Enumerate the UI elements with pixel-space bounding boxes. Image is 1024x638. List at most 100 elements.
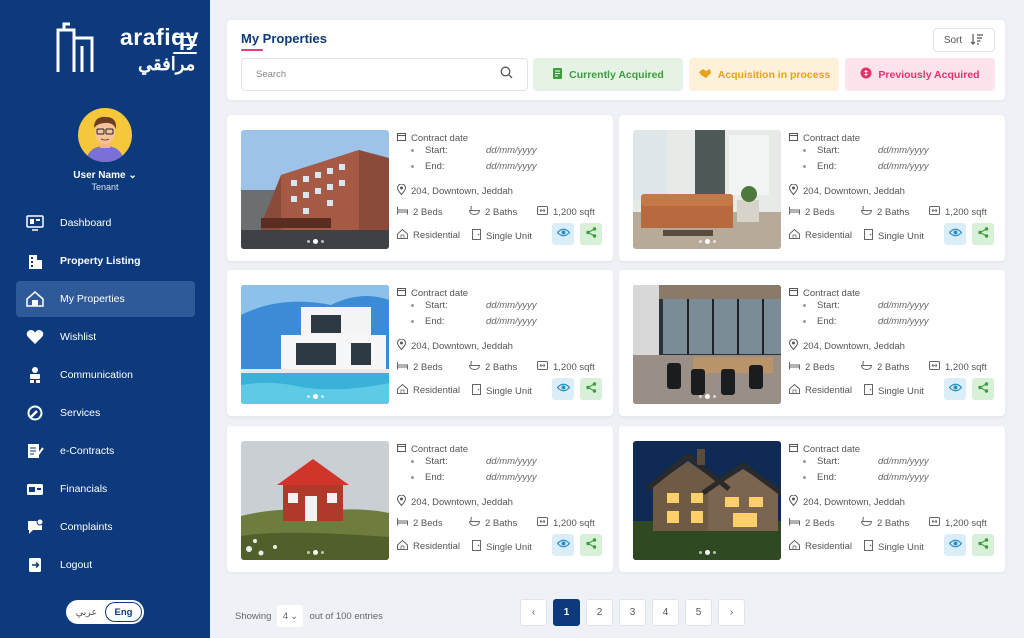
search-input[interactable] bbox=[256, 69, 500, 80]
eye-icon bbox=[556, 383, 570, 395]
start-date: dd/mm/yyyy bbox=[878, 145, 929, 156]
sidebar-item-property-listing[interactable]: Property Listing bbox=[16, 243, 195, 279]
door-icon bbox=[864, 540, 873, 554]
sidebar-item-dashboard[interactable]: Dashboard bbox=[16, 205, 195, 241]
view-button[interactable] bbox=[944, 378, 966, 400]
filter-previously-acquired[interactable]: Previously Acquired bbox=[845, 58, 995, 91]
next-page-button[interactable]: › bbox=[718, 599, 745, 626]
sidebar-item-communication[interactable]: Communication bbox=[16, 357, 195, 393]
end-date: dd/mm/yyyy bbox=[878, 472, 929, 483]
user-name-dropdown[interactable]: User Name ⌄ bbox=[0, 170, 210, 181]
property-card[interactable]: Contract date Start: dd/mm/yyyy End: dd/… bbox=[619, 270, 1005, 416]
filter-currently-acquired[interactable]: Currently Acquired bbox=[533, 58, 683, 91]
property-area: 1,200 sqft bbox=[553, 517, 595, 529]
sidebar-item-complaints[interactable]: Complaints bbox=[16, 509, 195, 545]
share-button[interactable] bbox=[972, 223, 994, 245]
contract-start-row: Start: dd/mm/yyyy bbox=[803, 300, 929, 311]
view-button[interactable] bbox=[552, 223, 574, 245]
property-photo[interactable] bbox=[633, 130, 781, 249]
view-button[interactable] bbox=[552, 534, 574, 556]
sidebar-item-financials[interactable]: Financials bbox=[16, 471, 195, 507]
property-photo[interactable] bbox=[633, 285, 781, 404]
filter-acquisition-in-process[interactable]: Acquisition in process bbox=[689, 58, 839, 91]
property-photo[interactable] bbox=[633, 441, 781, 560]
page-button[interactable]: 2 bbox=[586, 599, 613, 626]
sidebar-item-e-contracts[interactable]: e-Contracts bbox=[16, 433, 195, 469]
carousel-dots[interactable] bbox=[633, 239, 781, 244]
unit-row: Single Unit bbox=[864, 384, 924, 398]
location-row: 204, Downtown, Jeddah bbox=[788, 338, 905, 353]
sidebar-item-wishlist[interactable]: Wishlist bbox=[16, 319, 195, 355]
page-button[interactable]: 3 bbox=[619, 599, 646, 626]
share-button[interactable] bbox=[972, 534, 994, 556]
start-date: dd/mm/yyyy bbox=[486, 456, 537, 467]
page-button[interactable]: 1 bbox=[553, 599, 580, 626]
carousel-dots[interactable] bbox=[633, 550, 781, 555]
search-icon[interactable] bbox=[500, 66, 513, 84]
contract-end-row: End: dd/mm/yyyy bbox=[803, 472, 929, 483]
calendar-icon bbox=[397, 132, 406, 144]
type-row: Residential bbox=[789, 383, 852, 397]
eye-icon bbox=[556, 228, 570, 240]
logout-icon bbox=[26, 556, 44, 574]
title-underline bbox=[241, 49, 263, 51]
eye-icon bbox=[556, 539, 570, 551]
property-card[interactable]: Contract date Start: dd/mm/yyyy End: dd/… bbox=[619, 426, 1005, 572]
property-card[interactable]: Contract date Start: dd/mm/yyyy End: dd/… bbox=[619, 115, 1005, 261]
sidebar-item-label: e-Contracts bbox=[60, 445, 115, 457]
carousel-dots[interactable] bbox=[241, 550, 389, 555]
carousel-dots[interactable] bbox=[241, 239, 389, 244]
property-photo[interactable] bbox=[241, 285, 389, 404]
area-icon bbox=[537, 517, 548, 529]
sidebar-nav: Dashboard Property Listing My Properties… bbox=[16, 205, 195, 585]
language-english-option[interactable]: Eng bbox=[105, 602, 142, 622]
search-box bbox=[241, 58, 528, 91]
baths-row: 2 Baths bbox=[860, 517, 909, 529]
pagination: ‹ 1 2 3 4 5 › bbox=[520, 599, 745, 626]
menu-toggle-icon[interactable] bbox=[173, 36, 197, 54]
property-photo[interactable] bbox=[241, 441, 389, 560]
logo-mark bbox=[56, 22, 94, 72]
property-beds: 2 Beds bbox=[413, 361, 443, 373]
share-button[interactable] bbox=[580, 378, 602, 400]
prev-page-button[interactable]: ‹ bbox=[520, 599, 547, 626]
sidebar-item-label: Property Listing bbox=[60, 255, 141, 267]
page-title: My Properties bbox=[241, 31, 327, 46]
view-button[interactable] bbox=[944, 223, 966, 245]
carousel-dots[interactable] bbox=[633, 394, 781, 399]
end-label: End: bbox=[425, 161, 445, 172]
share-button[interactable] bbox=[972, 378, 994, 400]
property-card[interactable]: Contract date Start: dd/mm/yyyy End: dd/… bbox=[227, 115, 613, 261]
page-button[interactable]: 4 bbox=[652, 599, 679, 626]
avatar[interactable] bbox=[78, 108, 132, 162]
property-unit: Single Unit bbox=[486, 541, 532, 553]
view-button[interactable] bbox=[552, 378, 574, 400]
area-row: 1,200 sqft bbox=[929, 361, 987, 373]
sort-button[interactable]: Sort bbox=[933, 28, 995, 52]
wrench-icon bbox=[26, 404, 44, 422]
view-button[interactable] bbox=[944, 534, 966, 556]
baths-row: 2 Baths bbox=[860, 206, 909, 218]
beds-row: 2 Beds bbox=[397, 361, 443, 373]
sidebar-item-logout[interactable]: Logout bbox=[16, 547, 195, 583]
share-button[interactable] bbox=[580, 223, 602, 245]
per-page-select[interactable]: 4 ⌄ bbox=[277, 605, 304, 627]
brand-logo[interactable]: arafiqy مرافقي bbox=[52, 22, 198, 78]
property-location: 204, Downtown, Jeddah bbox=[411, 340, 513, 352]
end-date: dd/mm/yyyy bbox=[486, 316, 537, 327]
start-label: Start: bbox=[425, 300, 448, 311]
page-button[interactable]: 5 bbox=[685, 599, 712, 626]
property-photo[interactable] bbox=[241, 130, 389, 249]
property-unit: Single Unit bbox=[878, 385, 924, 397]
contract-date-row: Contract date bbox=[397, 287, 468, 299]
property-card[interactable]: Contract date Start: dd/mm/yyyy End: dd/… bbox=[227, 426, 613, 572]
share-button[interactable] bbox=[580, 534, 602, 556]
carousel-dots[interactable] bbox=[241, 394, 389, 399]
sidebar-item-my-properties[interactable]: My Properties bbox=[16, 281, 195, 317]
property-card[interactable]: Contract date Start: dd/mm/yyyy End: dd/… bbox=[227, 270, 613, 416]
contract-end-row: End: dd/mm/yyyy bbox=[411, 472, 537, 483]
language-arabic-option[interactable]: عربي bbox=[68, 602, 105, 622]
property-baths: 2 Baths bbox=[485, 361, 518, 373]
sidebar-item-services[interactable]: Services bbox=[16, 395, 195, 431]
document-icon bbox=[552, 67, 563, 83]
